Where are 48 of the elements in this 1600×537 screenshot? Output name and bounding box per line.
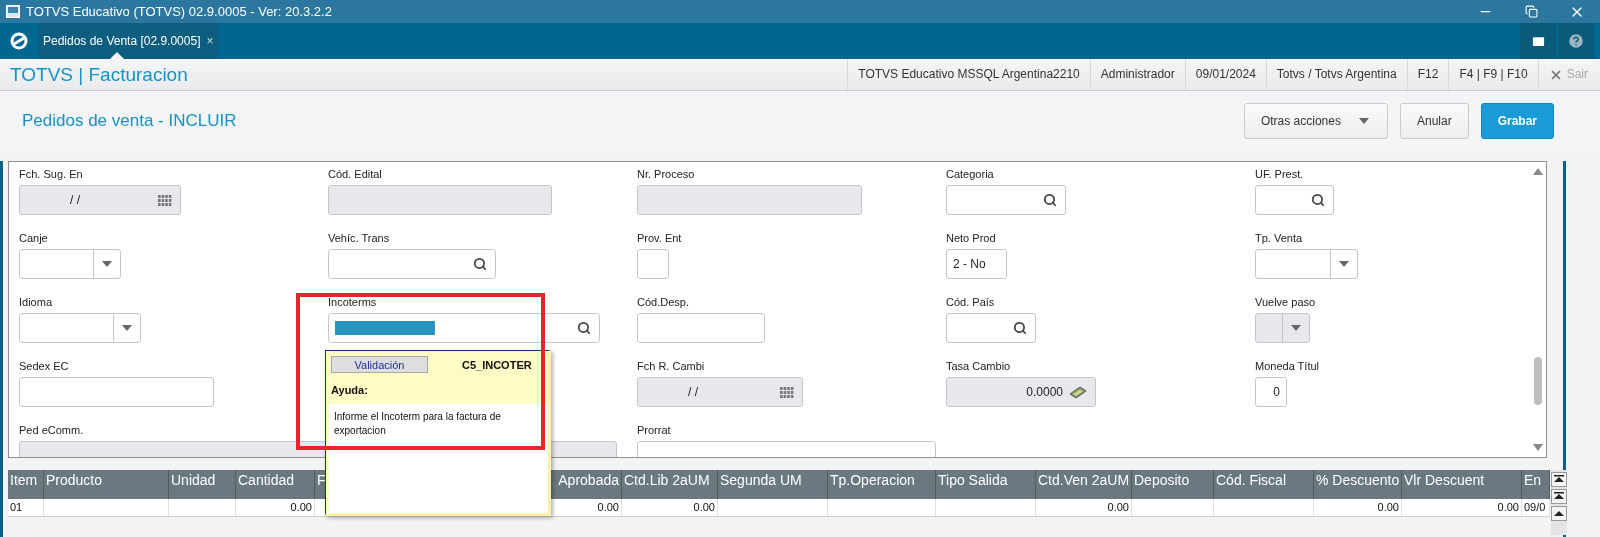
action-button[interactable]: Grabar [1480,103,1554,139]
module-title: TOTVS | Facturacion [10,63,189,86]
tab-close[interactable]: × [206,34,214,48]
header-info: F12 [1406,59,1449,90]
field-label: Moneda Títul [1255,360,1319,373]
field-label: Canje [19,232,48,245]
field-label: Cód. País [946,296,995,309]
field-label: Prorrat [637,424,671,437]
field-label: Incoterms [328,296,377,309]
header-info: Totvs / Totvs Argentina [1265,59,1407,90]
table-cell: 09/0 [1522,499,1550,516]
table-cell: 0.00 [622,499,718,516]
page-title: Pedidos de venta - INCLUIR [22,111,238,131]
field-label: Prov. Ent [637,232,682,245]
table-cell: 0.00 [1402,499,1522,516]
field-label: Neto Prod [946,232,996,245]
table-cell: 0.00 [1314,499,1402,516]
header-info: F4 | F9 | F10 [1448,59,1538,90]
help-text: Informe el Incoterm para la factura de exportacion [329,404,548,513]
help-title: Ayuda: [330,383,369,398]
field-label: Vehíc. Trans [328,232,390,245]
table-cell: 01 [8,499,44,516]
field-label: Fch R. Cambi [637,360,705,373]
field-label: Cód.Desp. [637,296,689,309]
validation-tab[interactable]: Validación [331,356,428,373]
header-info: 09/01/2024 [1184,59,1266,90]
menu-button[interactable]: Otras acciones [1243,103,1388,139]
field-label: Cód. Edital [328,168,382,181]
field-code: C5_INCOTER [462,358,532,371]
window-title: TOTVS Educativo (TOTVS) 02.9.0005 - Ver: 20.3.2.2 [26,4,333,19]
action-button[interactable]: Anular [1399,103,1469,139]
table-cell: 0.00 [1036,499,1132,516]
field-label: Tp. Venta [1255,232,1303,245]
field-label: Vuelve paso [1255,296,1316,309]
field-label: Sedex EC [19,360,69,373]
field-label: Tasa Cambio [946,360,1011,373]
header-info: TOTVS Educativo MSSQL Argentina2210 [847,59,1090,90]
table-cell: 0.00 [236,499,315,516]
field-label: Idioma [19,296,53,309]
dropdown-field[interactable]: 2 - No [946,249,1007,279]
field-label: Fch. Sug. En [19,168,83,181]
input-field[interactable]: 0 [1255,377,1287,407]
tab[interactable]: Pedidos de Venta [02.9.0005] × [38,23,220,59]
header-info: Administrador [1089,59,1185,90]
field-label: Categoria [946,168,994,181]
field-label: UF. Prest. [1255,168,1304,181]
field-label: Nr. Proceso [637,168,695,181]
field-label: Ped eComm. [19,424,84,437]
